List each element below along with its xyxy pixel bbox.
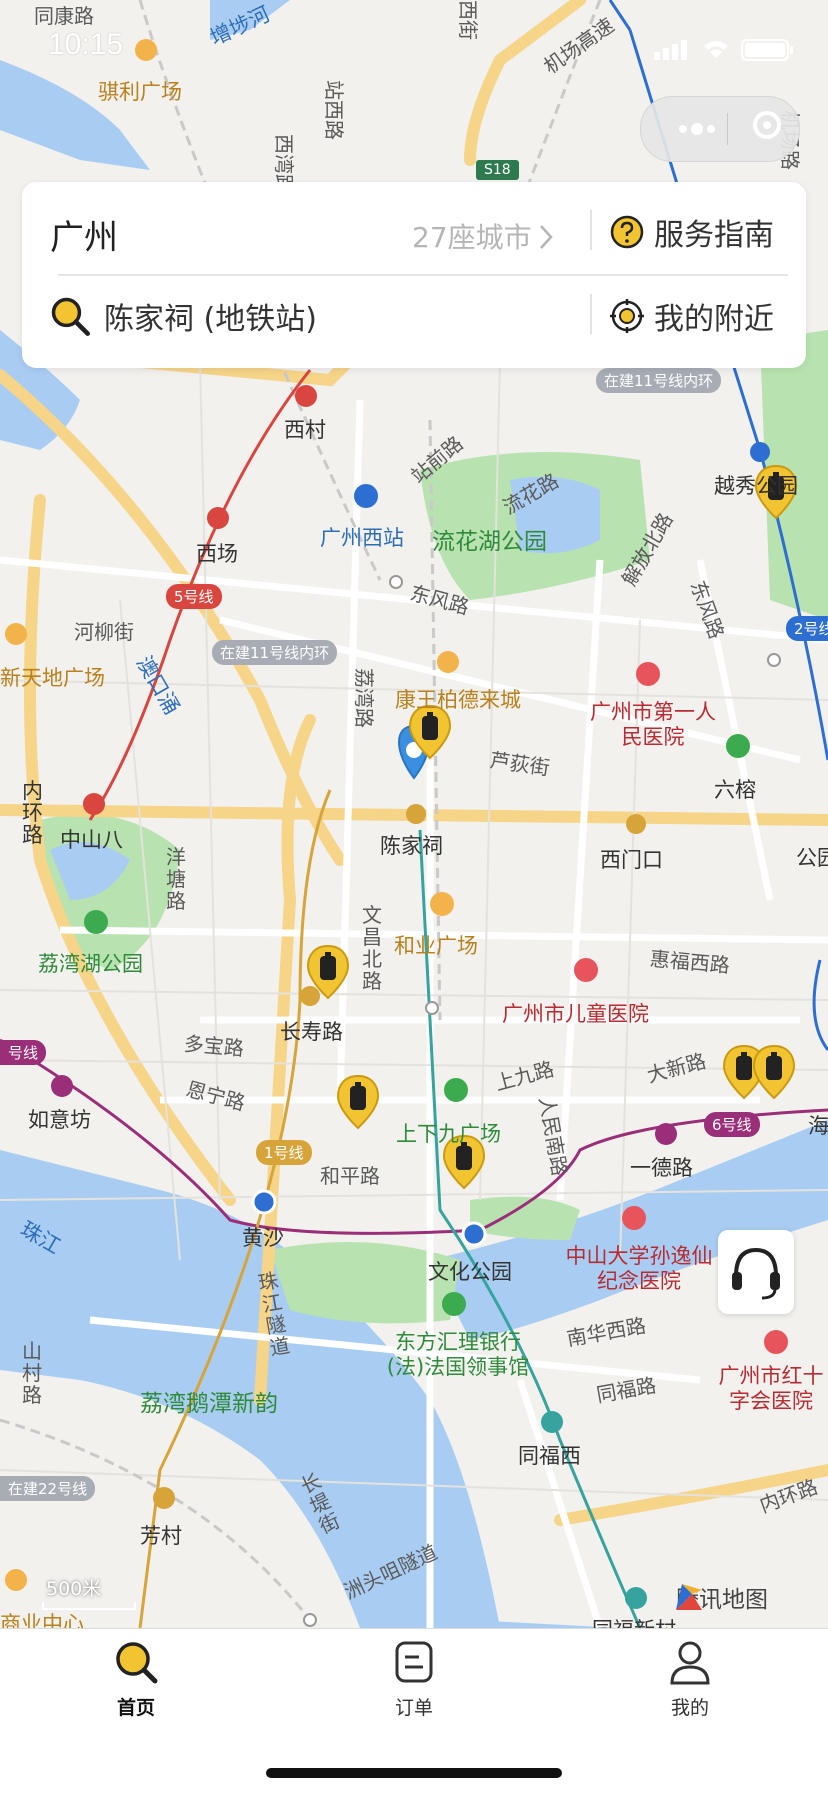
search-icon [116, 1642, 158, 1684]
tab-label: 首页 [116, 1697, 155, 1719]
map-label: 中山大学孙逸仙纪念医院 [565, 1244, 713, 1293]
map-label: 一德路 [630, 1156, 693, 1180]
city-count-link[interactable]: 27座城市 [412, 216, 554, 256]
map-label: 黄沙 [242, 1226, 284, 1250]
map-label: 广州市红十字会医院 [718, 1364, 824, 1413]
search-text: 陈家祠 (地铁站) [104, 302, 317, 337]
service-guide-label: 服务指南 [654, 218, 774, 253]
status-icons [654, 39, 793, 61]
map-label: 陈家祠 [380, 834, 443, 858]
map-label: 同福新村 [592, 1614, 676, 1628]
metro-line-chip: 5号线 [166, 584, 222, 609]
metro-line-chip: 1号线 [256, 1140, 312, 1165]
map-label: 康王柏德来城 [395, 688, 521, 712]
map-label: 和平路 [320, 1164, 380, 1188]
map-label: 荔湾路 [352, 668, 376, 728]
tab-profile[interactable]: 我的 [630, 1639, 750, 1720]
map-label: 站西路 [322, 80, 346, 140]
search-card: 广州 27座城市 服务指南 陈家祠 (地铁站) 我的附近 [22, 182, 806, 368]
map-label: 广州市第一人民医院 [590, 700, 716, 749]
map-label: 六榕 [714, 778, 756, 802]
map-label: 广州市儿童医院 [502, 1002, 649, 1026]
miniprogram-capsule[interactable] [640, 96, 800, 162]
map-label: 西场 [196, 542, 238, 566]
tencent-map-logo-icon [676, 1584, 702, 1610]
map-label: 芳村 [140, 1524, 182, 1548]
tab-home[interactable]: 首页 [76, 1639, 196, 1720]
map-label: 河柳街 [74, 620, 134, 644]
divider [590, 210, 592, 250]
chevron-right-icon [539, 225, 553, 249]
search-icon [51, 297, 90, 336]
location-search[interactable]: 陈家祠 (地铁站) [50, 294, 317, 338]
luggage-marker-icon[interactable] [336, 1074, 380, 1130]
map-label: 同福西 [518, 1444, 581, 1468]
luggage-marker-icon[interactable] [752, 1044, 796, 1100]
order-icon [395, 1641, 433, 1683]
map-provider: 腾讯地图 [672, 1580, 768, 1614]
capsule-divider [727, 113, 728, 145]
map-label: 如意坊 [28, 1108, 91, 1132]
scale-bar [42, 1602, 136, 1610]
user-icon [670, 1641, 710, 1685]
close-miniprogram-icon[interactable] [753, 111, 781, 139]
metro-line-chip: 号线 [0, 1040, 47, 1065]
map-label: 洋塘路 [166, 845, 186, 913]
map-label: 文昌北路 [362, 903, 382, 993]
map-label: 东方汇理银行(法)法国领事馆 [386, 1330, 530, 1379]
map-label: 西村 [284, 418, 326, 442]
divider [590, 294, 592, 334]
highway-shield: S18 [476, 160, 519, 180]
map-label: 西门口 [600, 848, 663, 872]
metro-line-chip: 在建11号线内环 [212, 640, 338, 665]
home-indicator [266, 1768, 562, 1778]
status-time: 10:15 [48, 28, 124, 61]
map-label: 文化公园 [428, 1260, 512, 1284]
help-icon [610, 215, 644, 249]
map-label: 长寿路 [280, 1020, 343, 1044]
headset-icon [732, 1247, 780, 1300]
service-guide-button[interactable]: 服务指南 [610, 210, 774, 254]
luggage-marker-icon[interactable] [306, 944, 350, 1000]
nearby-label: 我的附近 [654, 302, 774, 337]
metro-line-chip: 6号线 [704, 1112, 760, 1137]
more-icon[interactable] [667, 119, 727, 139]
locate-icon [610, 299, 644, 333]
map-label: 中山八 [60, 828, 123, 852]
tab-label: 订单 [394, 1697, 433, 1719]
customer-service-button[interactable] [718, 1230, 794, 1314]
map-label: 上下九广场 [396, 1122, 501, 1146]
divider [58, 274, 788, 276]
map-label: 新天地广场 [0, 666, 105, 690]
metro-line-chip: 2号线 [786, 616, 828, 641]
tab-orders[interactable]: 订单 [354, 1639, 474, 1720]
map-label: 荔湾湖公园 [38, 952, 143, 976]
map-label: 商业中心 [0, 1612, 84, 1628]
luggage-marker-icon[interactable] [408, 704, 452, 760]
map-label: 越秀公园 [714, 474, 798, 498]
map-label: 内环路 [22, 779, 43, 847]
status-bar: 10:15 [0, 0, 828, 88]
map-label: 山村路 [22, 1339, 42, 1407]
city-count-label: 27座城市 [412, 221, 532, 254]
map-label: 荔湾鹅潭新韵 [140, 1391, 278, 1417]
metro-line-chip: 在建22号线 [0, 1476, 96, 1501]
wifi-icon [704, 41, 728, 58]
map-label: 广州西站 [320, 526, 404, 550]
map-label: 海 [808, 1114, 828, 1138]
tab-label: 我的 [670, 1697, 709, 1719]
metro-line-chip: 在建11号线内环 [596, 368, 722, 393]
scale-label: 500米 [46, 1578, 102, 1600]
map-label: 多宝路 [182, 1031, 245, 1061]
map-label: 公园前 [796, 846, 828, 870]
map-label: 和业广场 [394, 934, 478, 958]
city-selector[interactable]: 广州 [50, 210, 118, 259]
nearby-button[interactable]: 我的附近 [610, 294, 774, 338]
map-label: 流花湖公园 [432, 529, 547, 555]
